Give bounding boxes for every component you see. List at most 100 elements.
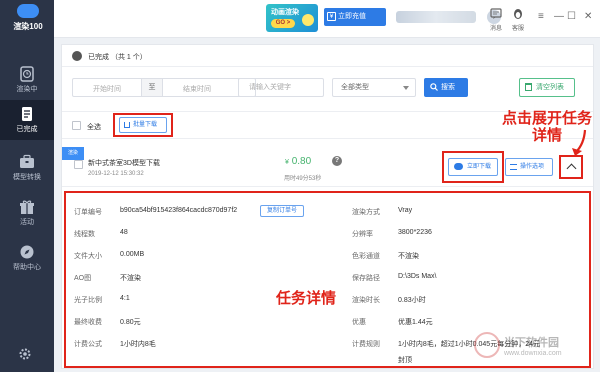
task-duration: 用时49分53秒 <box>284 176 322 182</box>
messages-button[interactable]: 消息 <box>486 6 506 34</box>
coin-icon <box>302 14 314 26</box>
date-separator: 至 <box>141 79 163 96</box>
task-row: 渲染 新中式茶室3D模型下载 2019-12-12 15:30:32 ¥ 0.8… <box>62 147 593 187</box>
gear-icon[interactable] <box>18 347 32 361</box>
promo-banner[interactable]: 动画渲染 GO > <box>266 4 318 32</box>
detail-value: D:\3Ds Max\ <box>398 273 437 280</box>
arrow-down-icon <box>572 129 587 156</box>
trash-icon <box>525 83 532 91</box>
search-icon <box>430 83 438 91</box>
task-name: 新中式茶室3D模型下载 <box>88 160 160 167</box>
detail-value: 0.83小时 <box>398 297 426 304</box>
logo-text: 渲染100 <box>13 22 43 31</box>
compass-icon <box>20 245 34 259</box>
select-all-checkbox[interactable] <box>72 121 81 130</box>
detail-value: 不渲染 <box>120 275 141 282</box>
search-button[interactable]: 搜索 <box>424 78 468 97</box>
menu-icon[interactable]: ≡ <box>538 12 544 22</box>
panel-title-icon <box>72 51 82 61</box>
watermark: 当下软件园 www.downxia.com <box>474 330 594 370</box>
date-range-picker[interactable]: 开始时间 至 结束时间 <box>72 78 256 97</box>
service-label: 客服 <box>511 26 524 32</box>
clear-list-label: 清空列表 <box>536 84 564 91</box>
sidebar-item-rendering[interactable]: 渲染中 <box>0 60 54 100</box>
service-button[interactable]: 客服 <box>508 6 528 34</box>
detail-label: 计费公式 <box>74 341 102 348</box>
status-badge: 渲染 <box>62 147 84 160</box>
task-time: 2019-12-12 15:30:32 <box>88 171 144 177</box>
filter-bar: 开始时间 至 结束时间 请输入关键字 全部类型 搜索 清空列表 <box>62 75 593 103</box>
messages-label: 消息 <box>489 26 502 32</box>
sidebar-item-activity[interactable]: 活动 <box>0 193 54 233</box>
detail-label: 保存路径 <box>352 275 380 282</box>
task-checkbox[interactable] <box>74 160 83 169</box>
panel-header: 已完成 （共 1 个） <box>62 45 593 67</box>
sidebar-item-label: 帮助中心 <box>13 264 41 271</box>
detail-label: 优惠 <box>352 319 366 326</box>
maximize-icon[interactable]: ☐ <box>567 12 576 22</box>
detail-value: 优惠1.44元 <box>398 319 433 326</box>
detail-value: 48 <box>120 229 128 236</box>
chevron-down-icon <box>403 86 409 90</box>
detail-value: 0.00MB <box>120 251 145 258</box>
promo-title: 动画渲染 <box>271 9 299 16</box>
close-icon[interactable]: ✕ <box>584 12 592 22</box>
detail-value: Vray <box>398 207 413 214</box>
sidebar-item-label: 活动 <box>20 219 34 226</box>
help-icon[interactable]: ? <box>332 156 342 166</box>
detail-label: AO图 <box>74 275 92 282</box>
end-date-input[interactable]: 结束时间 <box>163 84 231 94</box>
annotation-box <box>442 151 504 183</box>
detail-value: 0.80元 <box>120 319 141 326</box>
detail-label: 色彩通道 <box>352 253 380 260</box>
username-blurred <box>396 11 476 23</box>
order-id-value: b90ca54bf915423f864cacdc870d97f2 <box>120 207 238 214</box>
select-all-label: 全选 <box>87 124 101 131</box>
detail-value: 3800*2236 <box>398 229 432 236</box>
sidebar-item-help[interactable]: 帮助中心 <box>0 238 54 278</box>
penguin-icon <box>514 9 522 19</box>
type-select[interactable]: 全部类型 <box>332 78 416 97</box>
document-icon <box>22 107 32 121</box>
page-title: 已完成 （共 1 个） <box>88 54 147 61</box>
type-select-value: 全部类型 <box>341 84 369 91</box>
options-button[interactable]: 操作选项 <box>505 158 553 176</box>
detail-label: 最终收费 <box>74 319 102 326</box>
clear-list-button[interactable]: 清空列表 <box>519 78 575 97</box>
logo-icon <box>17 4 39 18</box>
detail-value: 4:1 <box>120 295 130 302</box>
clock-icon <box>20 66 34 82</box>
detail-label: 订单编号 <box>74 209 102 216</box>
details-annotation: 任务详情 <box>276 290 337 307</box>
detail-label: 光子比例 <box>74 297 102 304</box>
sidebar-item-model-convert[interactable]: 模型转换 <box>0 148 54 188</box>
copy-order-button[interactable]: 复制订单号 <box>260 205 304 217</box>
promo-go-button[interactable]: GO > <box>271 19 295 28</box>
sidebar-item-label: 已完成 <box>16 126 38 133</box>
detail-value-cap: 封顶 <box>398 357 412 364</box>
detail-label: 渲染时长 <box>352 297 380 304</box>
sidebar-item-completed[interactable]: 已完成 <box>0 100 54 140</box>
watermark-logo-icon <box>474 332 500 358</box>
options-label: 操作选项 <box>520 164 545 170</box>
detail-label: 文件大小 <box>74 253 102 260</box>
briefcase-icon <box>20 154 34 168</box>
detail-label: 计费规则 <box>352 341 380 348</box>
recharge-button[interactable]: ¥ 立即充值 <box>324 8 386 26</box>
price-symbol: ¥ <box>285 159 289 166</box>
detail-label: 渲染方式 <box>352 209 380 216</box>
sidebar: 渲染100 渲染中 已完成 模型转换 活动 帮助中心 <box>0 0 54 372</box>
search-label: 搜索 <box>441 84 455 91</box>
detail-value: 不渲染 <box>398 253 419 260</box>
annotation-box <box>113 113 173 137</box>
recharge-label: 立即充值 <box>338 13 366 20</box>
keyword-input[interactable]: 请输入关键字 <box>238 78 324 97</box>
list-icon <box>510 164 517 170</box>
top-bar: 动画渲染 GO > ¥ 立即充值 消息 客服 ≡ — ☐ ✕ <box>54 0 600 38</box>
yen-icon: ¥ <box>327 12 336 21</box>
detail-value: 1小时内8毛 <box>120 341 156 348</box>
annotation-box <box>559 155 583 179</box>
minimize-icon[interactable]: — <box>554 12 564 22</box>
sidebar-item-label: 渲染中 <box>16 86 38 93</box>
start-date-input[interactable]: 开始时间 <box>73 84 141 94</box>
